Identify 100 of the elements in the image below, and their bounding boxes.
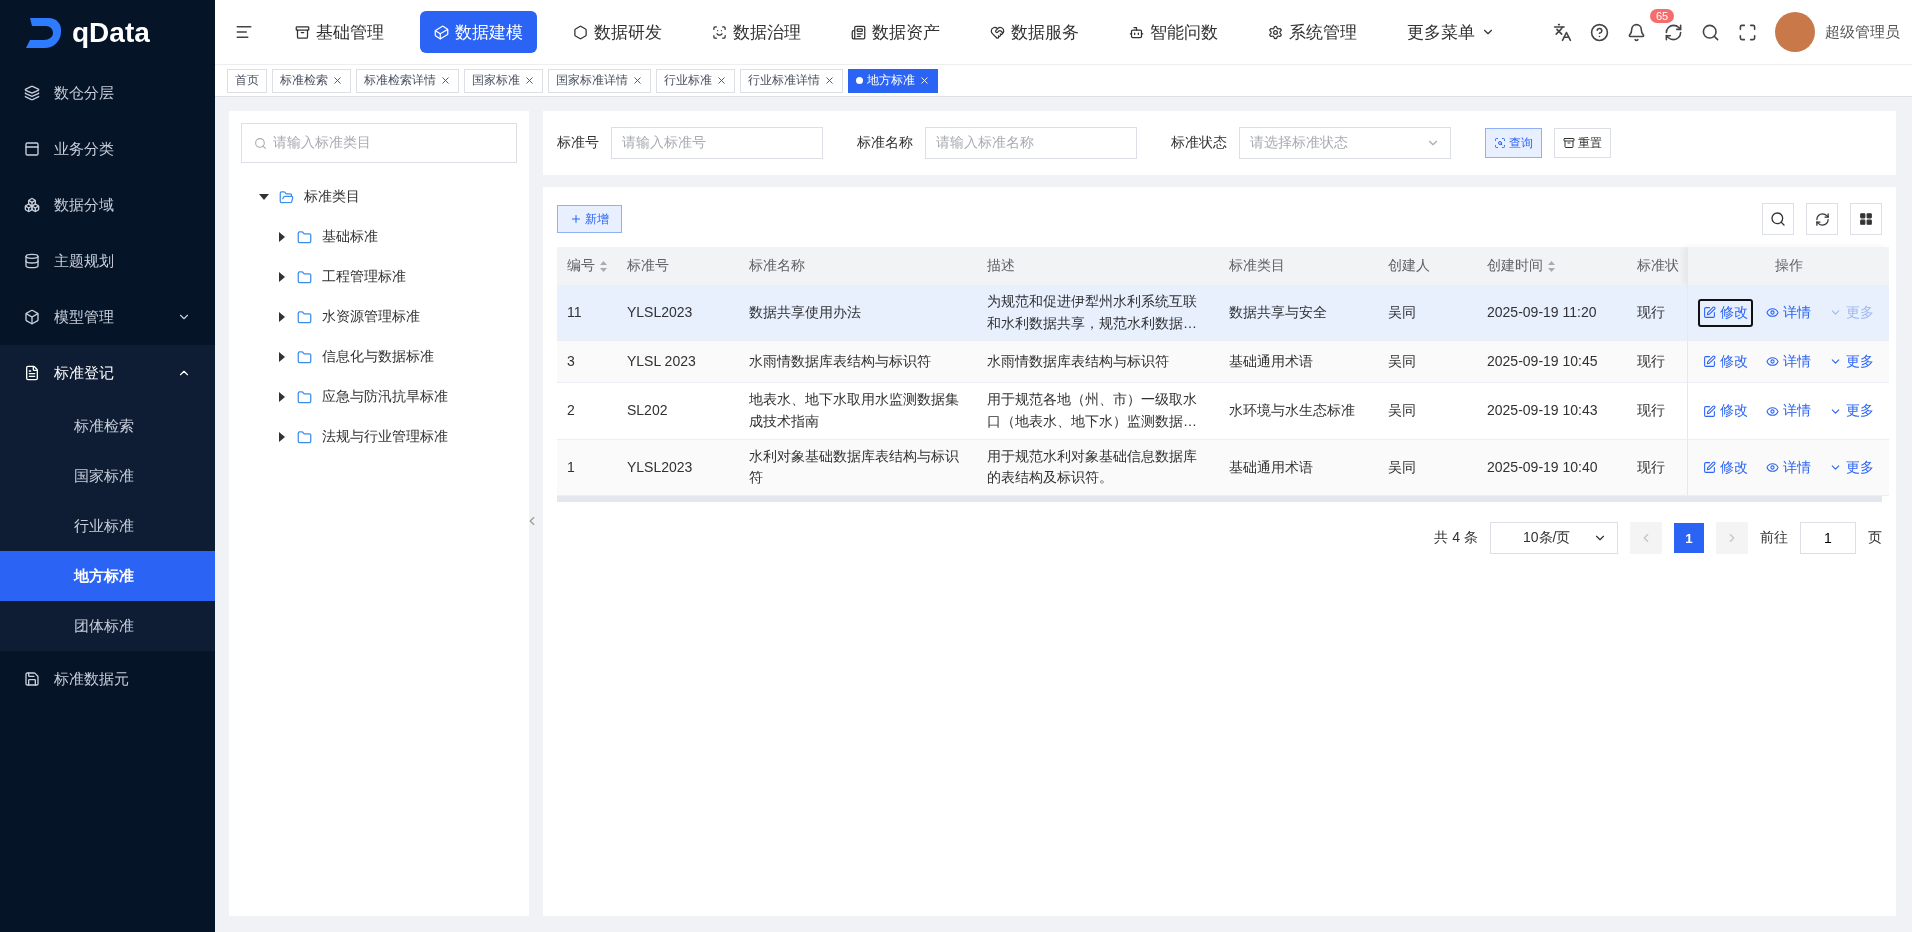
sidebar-subitem[interactable]: 国家标准: [0, 451, 215, 501]
scan-icon: [712, 24, 727, 40]
page-tab[interactable]: 国家标准: [464, 68, 543, 93]
tree-node[interactable]: 应急与防汛抗旱标准: [241, 377, 517, 417]
top-menu-item[interactable]: 数据治理: [698, 11, 815, 53]
table-cell: 11: [557, 285, 617, 342]
column-header: 创建人: [1378, 247, 1477, 285]
filter-label: 标准号: [557, 134, 599, 152]
top-menu-item[interactable]: 数据资产: [837, 11, 954, 53]
folder-icon: [297, 229, 312, 245]
sidebar-subitem[interactable]: 团体标准: [0, 601, 215, 651]
page-tab[interactable]: 标准检索详情: [356, 68, 459, 93]
add-button[interactable]: 新增: [557, 205, 622, 233]
table-cell: YLSL 2023: [617, 341, 739, 384]
page-tab[interactable]: 地方标准: [848, 68, 938, 93]
top-menu-item[interactable]: 智能问数: [1115, 11, 1232, 53]
eye-icon: [1766, 306, 1779, 320]
grid-icon: [1859, 212, 1873, 226]
archive-icon: [1563, 137, 1575, 149]
tree-node[interactable]: 信息化与数据标准: [241, 337, 517, 377]
column-header: 标准类目: [1219, 247, 1378, 285]
more-link[interactable]: 更多: [1824, 348, 1879, 376]
table-cell: 用于规范水利对象基础信息数据库的表结构及标识符。: [977, 439, 1219, 497]
search-icon: [1494, 137, 1506, 149]
page-number[interactable]: 1: [1674, 523, 1704, 554]
columns-button[interactable]: [1850, 203, 1882, 235]
sidebar-item[interactable]: 数仓分层: [0, 65, 215, 121]
query-button[interactable]: 查询: [1485, 128, 1542, 158]
sidebar-item[interactable]: 标准数据元: [0, 651, 215, 707]
logo-icon: [24, 15, 64, 50]
robot-icon: [1129, 24, 1144, 40]
folder-icon: [297, 429, 312, 445]
layers-icon: [24, 85, 40, 101]
caret-icon: [277, 232, 287, 242]
close-icon[interactable]: [919, 75, 930, 86]
column-header: 标准状: [1627, 247, 1687, 285]
more-link[interactable]: 更多: [1824, 453, 1879, 482]
sidebar-subitem[interactable]: 地方标准: [0, 551, 215, 601]
edit-icon: [1703, 460, 1716, 474]
close-icon[interactable]: [632, 75, 643, 86]
active-dot-icon: [856, 77, 863, 84]
top-menu-item[interactable]: 数据服务: [976, 11, 1093, 53]
page-tab[interactable]: 首页: [227, 68, 267, 93]
top-menu-item[interactable]: 系统管理: [1254, 11, 1371, 53]
page-tab[interactable]: 国家标准详情: [548, 68, 651, 93]
brand-name: qData: [72, 16, 150, 49]
sidebar-item[interactable]: 数据分域: [0, 177, 215, 233]
reset-button[interactable]: 重置: [1554, 128, 1611, 158]
page-size-select[interactable]: 10条/页: [1490, 522, 1618, 555]
sidebar-item[interactable]: 标准登记: [0, 345, 215, 401]
edit-link[interactable]: 修改: [1698, 453, 1753, 482]
close-icon[interactable]: [332, 75, 343, 86]
goto-input[interactable]: 1: [1800, 522, 1856, 555]
more-link[interactable]: 更多: [1824, 397, 1879, 425]
tree-node[interactable]: 工程管理标准: [241, 257, 517, 297]
refresh-button[interactable]: [1806, 203, 1838, 235]
table-cell: 吴同: [1378, 439, 1477, 497]
tree-node[interactable]: 标准类目: [241, 177, 517, 217]
top-menu-item[interactable]: 数据研发: [559, 11, 676, 53]
close-icon[interactable]: [524, 75, 535, 86]
tree-node[interactable]: 基础标准: [241, 217, 517, 257]
close-icon[interactable]: [824, 75, 835, 86]
edit-link[interactable]: 修改: [1698, 298, 1753, 327]
table-cell: 水雨情数据库表结构与标识符: [977, 341, 1219, 384]
refresh-icon: [1814, 211, 1830, 227]
tree-node[interactable]: 水资源管理标准: [241, 297, 517, 337]
detail-link[interactable]: 详情: [1761, 397, 1816, 425]
avatar[interactable]: [1775, 12, 1815, 52]
edit-icon: [1703, 306, 1716, 320]
page-tab[interactable]: 行业标准: [656, 68, 735, 93]
edit-link[interactable]: 修改: [1698, 397, 1753, 425]
folder-icon: [297, 309, 312, 325]
page-tab[interactable]: 标准检索: [272, 68, 351, 93]
folder-icon: [279, 189, 294, 205]
database-icon: [24, 253, 40, 269]
sidebar-item[interactable]: 业务分类: [0, 121, 215, 177]
sidebar-item[interactable]: 主题规划: [0, 233, 215, 289]
table-cell: 现行: [1627, 285, 1687, 342]
top-menu-item[interactable]: 更多菜单: [1393, 11, 1509, 53]
hexagon-icon: [573, 24, 588, 40]
close-icon[interactable]: [716, 75, 727, 86]
caret-icon: [277, 272, 287, 282]
page-tab[interactable]: 行业标准详情: [740, 68, 843, 93]
tree-node[interactable]: 法规与行业管理标准: [241, 417, 517, 457]
page-suffix: 页: [1868, 529, 1882, 548]
edit-link[interactable]: 修改: [1698, 348, 1753, 376]
detail-link[interactable]: 详情: [1761, 348, 1816, 376]
folder-icon: [297, 269, 312, 285]
detail-link[interactable]: 详情: [1761, 298, 1816, 327]
table-cell: 2025-09-19 10:45: [1477, 341, 1627, 384]
close-icon[interactable]: [440, 75, 451, 86]
table-cell: 1: [557, 439, 617, 497]
sidebar-item[interactable]: 模型管理: [0, 289, 215, 345]
user-name[interactable]: 超级管理员: [1825, 22, 1900, 42]
top-menu-item[interactable]: 数据建模: [420, 11, 537, 53]
sidebar-subitem[interactable]: 行业标准: [0, 501, 215, 551]
sidebar-subitem[interactable]: 标准检索: [0, 401, 215, 451]
detail-link[interactable]: 详情: [1761, 453, 1816, 482]
top-menu-item[interactable]: 基础管理: [281, 11, 398, 53]
search-button[interactable]: [1762, 203, 1794, 235]
